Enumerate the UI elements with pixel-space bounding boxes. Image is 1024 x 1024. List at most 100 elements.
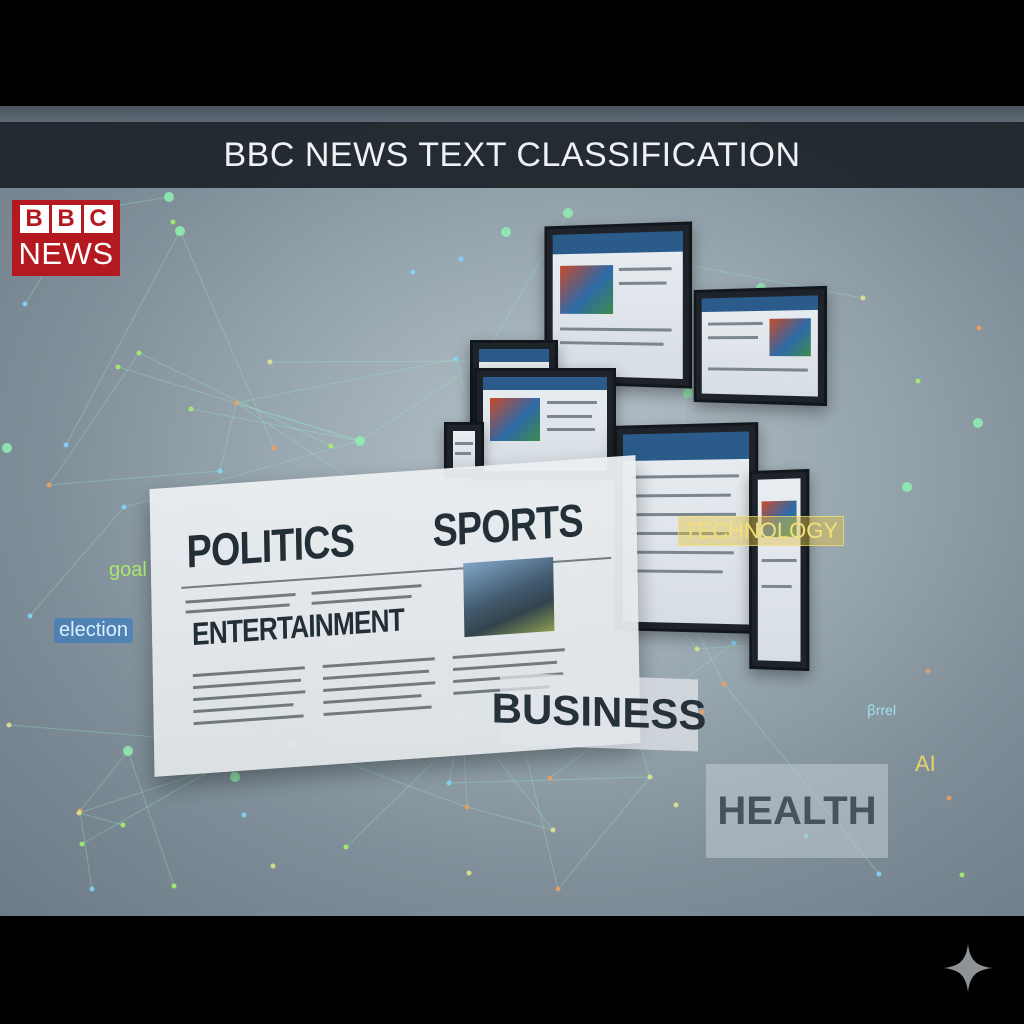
network-node <box>355 436 365 446</box>
network-node <box>7 723 12 728</box>
network-node <box>732 641 737 646</box>
network-edge <box>79 813 123 825</box>
network-node <box>861 296 866 301</box>
network-node <box>683 388 693 398</box>
network-node <box>164 192 174 202</box>
network-node <box>674 803 679 808</box>
keyword-snippet: ꞵrrel <box>862 700 901 721</box>
category-health: HEALTH <box>706 764 888 858</box>
text-line <box>186 593 296 604</box>
network-edge <box>236 359 456 403</box>
text-line <box>193 690 305 701</box>
category-business: BUSINESS <box>500 673 698 752</box>
network-node <box>977 326 982 331</box>
network-node <box>242 813 247 818</box>
text-line <box>194 714 304 725</box>
network-node <box>902 482 912 492</box>
network-node <box>548 776 553 781</box>
network-node <box>648 775 653 780</box>
page-title: BBC NEWS TEXT CLASSIFICATION <box>224 136 801 175</box>
network-node <box>447 781 452 786</box>
network-node <box>973 418 983 428</box>
network-node <box>501 227 511 237</box>
text-line <box>453 661 557 671</box>
network-node <box>916 379 921 384</box>
keyword-goal: goal <box>104 558 152 583</box>
tablet-back <box>749 469 809 671</box>
network-edge <box>9 725 157 737</box>
network-node <box>556 887 561 892</box>
network-node <box>23 302 28 307</box>
hero-scene: POLITICS SPORTS ENTERTAINMENT BUSINESS H… <box>0 106 1024 916</box>
image-canvas: POLITICS SPORTS ENTERTAINMENT BUSINESS H… <box>0 0 1024 1024</box>
text-line <box>323 681 435 692</box>
logo-letter: C <box>84 205 113 233</box>
monitor-top <box>544 221 692 388</box>
network-edge <box>467 807 553 830</box>
network-node <box>268 360 273 365</box>
title-banner: BBC NEWS TEXT CLASSIFICATION <box>0 122 1024 188</box>
network-node <box>329 444 334 449</box>
text-line <box>323 694 421 704</box>
network-node <box>2 443 12 453</box>
network-node <box>454 357 459 362</box>
network-node <box>175 226 185 236</box>
logo-letter: B <box>52 205 81 233</box>
logo-word: NEWS <box>19 236 114 272</box>
network-node <box>947 796 952 801</box>
banner-top-strip <box>0 106 1024 122</box>
network-node <box>695 647 700 652</box>
text-line <box>193 679 301 690</box>
network-node <box>459 257 464 262</box>
network-node <box>722 682 727 687</box>
network-node <box>272 446 277 451</box>
network-node <box>218 469 223 474</box>
network-node <box>926 669 931 674</box>
network-edge <box>80 751 128 811</box>
bbc-letter-boxes: B B C <box>20 205 113 233</box>
text-line <box>453 648 565 659</box>
text-line <box>323 657 435 668</box>
network-edge <box>80 811 92 889</box>
text-line <box>323 670 429 680</box>
network-node <box>465 805 470 810</box>
network-edge <box>139 353 331 446</box>
network-edge <box>191 409 360 441</box>
network-node <box>189 407 194 412</box>
network-node <box>230 772 240 782</box>
network-node <box>90 887 95 892</box>
network-node <box>80 842 85 847</box>
network-node <box>77 811 82 816</box>
text-line <box>193 666 305 677</box>
network-node <box>47 483 52 488</box>
network-node <box>344 845 349 850</box>
network-node <box>551 828 556 833</box>
network-node <box>137 351 142 356</box>
network-node <box>563 208 573 218</box>
network-node <box>877 872 882 877</box>
network-node <box>116 365 121 370</box>
network-node <box>121 823 126 828</box>
text-line <box>193 703 293 713</box>
headline-sports: SPORTS <box>432 493 583 557</box>
text-line <box>311 584 421 595</box>
sparkle-icon <box>942 942 994 994</box>
bbc-news-logo: B B C NEWS <box>12 200 120 276</box>
network-node <box>467 871 472 876</box>
network-node <box>122 505 127 510</box>
headline-politics: POLITICS <box>186 513 354 579</box>
logo-letter: B <box>20 205 49 233</box>
keyword-election: election <box>54 618 133 643</box>
text-line <box>324 705 432 716</box>
network-node <box>411 270 416 275</box>
network-node <box>171 220 176 225</box>
keyword-ai: AI <box>910 750 941 778</box>
network-node <box>28 614 33 619</box>
network-edge <box>220 403 236 471</box>
network-edge <box>49 471 220 485</box>
newspaper-photo <box>463 557 554 637</box>
network-node <box>172 884 177 889</box>
network-node <box>960 873 965 878</box>
network-node <box>123 746 133 756</box>
network-edge <box>558 777 650 889</box>
